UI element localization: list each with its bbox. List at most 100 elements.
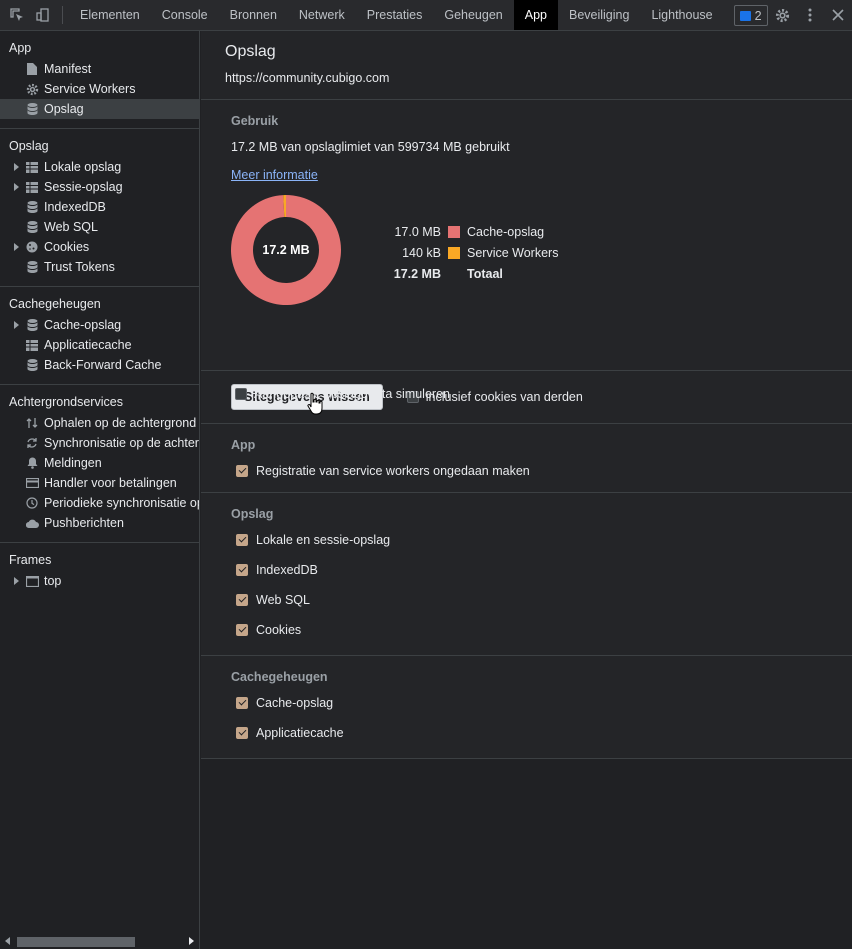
sidebar-section-cache: Cachegeheugen [9,297,101,311]
sidebar-item-storage[interactable]: Opslag [0,99,199,119]
sidebar-item-label: Pushberichten [44,516,124,530]
application-cache-checkbox[interactable] [236,727,248,739]
simulate-quota-label: Aangepaste opslagquota simuleren [254,387,450,401]
database-icon [25,260,39,274]
sidebar-item-background-sync[interactable]: Synchronisatie op de achtergr [0,433,199,453]
settings-gear-icon[interactable] [768,8,796,23]
expand-arrow-icon[interactable] [14,321,19,329]
cache-storage-row[interactable]: Cache-opslag [231,688,822,718]
indexeddb-checkbox[interactable] [236,564,248,576]
database-icon [25,102,39,116]
checkbox-label: Applicatiecache [256,726,344,740]
sidebar-item-local-storage[interactable]: Lokale opslag [0,157,199,177]
close-icon[interactable] [824,9,852,21]
expand-arrow-icon[interactable] [14,243,19,251]
sidebar-item-back-forward-cache[interactable]: Back-Forward Cache [0,355,199,375]
legend-total-label: Totaal [467,266,503,281]
local-session-storage-checkbox[interactable] [236,534,248,546]
sidebar-horizontal-scrollbar[interactable] [0,933,199,949]
scroll-left-arrow-icon[interactable] [5,937,10,945]
application-cache-row[interactable]: Applicatiecache [231,718,822,748]
sidebar-item-label: Ophalen op de achtergrond [44,416,197,430]
sidebar-item-notifications[interactable]: Meldingen [0,453,199,473]
tab-prestaties[interactable]: Prestaties [356,0,434,30]
simulate-quota-row[interactable]: Aangepaste opslagquota simuleren [235,387,450,401]
panel-tabs: Elementen Console Bronnen Netwerk Prestaties… [69,0,724,30]
storage-panel: Opslag https://community.cubigo.com Gebr… [201,31,852,949]
storage-header: Opslag https://community.cubigo.com [201,31,852,100]
tab-bronnen[interactable]: Bronnen [219,0,288,30]
sidebar-item-label: Cookies [44,240,90,254]
scrollbar-thumb[interactable] [17,937,135,947]
device-toolbar-icon[interactable] [30,0,56,30]
sidebar-item-label: Trust Tokens [44,260,115,274]
sidebar-item-label: Web SQL [44,220,98,234]
up-down-arrows-icon [25,416,39,430]
sidebar-item-label: Periodieke synchronisatie op d [44,496,200,510]
sidebar-item-indexeddb[interactable]: IndexedDB [0,197,199,217]
tab-console[interactable]: Console [151,0,219,30]
scroll-right-arrow-icon[interactable] [189,937,194,945]
expand-arrow-icon[interactable] [14,577,19,585]
sidebar-item-label: Handler voor betalingen [44,476,177,490]
simulate-quota-checkbox[interactable] [235,388,247,400]
tab-netwerk[interactable]: Netwerk [288,0,356,30]
tab-elementen[interactable]: Elementen [69,0,151,30]
cookies-checkbox[interactable] [236,624,248,636]
unregister-sw-checkbox[interactable] [236,465,248,477]
sidebar-item-label: Sessie-opslag [44,180,123,194]
database-icon [25,200,39,214]
legend-value: 140 kB [402,245,441,260]
inspect-element-icon[interactable] [4,0,30,30]
sidebar-item-application-cache[interactable]: Applicatiecache [0,335,199,355]
sidebar-item-web-sql[interactable]: Web SQL [0,217,199,237]
sidebar-item-push-messaging[interactable]: Pushberichten [0,513,199,533]
sidebar-item-payment-handler[interactable]: Handler voor betalingen [0,473,199,493]
sidebar-item-frame-top[interactable]: top [0,571,199,591]
sidebar-item-service-workers[interactable]: Service Workers [0,79,199,99]
more-info-link[interactable]: Meer informatie [231,168,318,182]
checkbox-label: IndexedDB [256,563,318,577]
web-sql-checkbox[interactable] [236,594,248,606]
more-options-icon[interactable] [796,8,824,22]
checkbox-label: Cookies [256,623,302,637]
app-options-section: App Registratie van service workers onge… [201,424,852,493]
legend-name: Service Workers [467,245,559,260]
sidebar-item-label: top [44,574,62,588]
indexeddb-row[interactable]: IndexedDB [231,555,822,585]
sidebar-item-periodic-sync[interactable]: Periodieke synchronisatie op d [0,493,199,513]
cloud-icon [25,516,39,530]
sidebar-item-label: Manifest [44,62,92,76]
tab-lighthouse[interactable]: Lighthouse [640,0,723,30]
credit-card-icon [25,476,39,490]
expand-arrow-icon[interactable] [14,163,19,171]
table-grid-icon [25,180,39,194]
unregister-sw-row[interactable]: Registratie van service workers ongedaan… [231,456,822,486]
sidebar-item-trust-tokens[interactable]: Trust Tokens [0,257,199,277]
tab-app[interactable]: App [513,0,558,30]
sidebar-item-manifest[interactable]: Manifest [0,59,199,79]
local-session-storage-row[interactable]: Lokale en sessie-opslag [231,525,822,555]
sidebar-item-label: Cache-opslag [44,318,122,332]
legend-swatch [448,225,460,238]
sidebar-section-frames: Frames [9,553,52,567]
sidebar-item-cookies[interactable]: Cookies [0,237,199,257]
sidebar-item-session-storage[interactable]: Sessie-opslag [0,177,199,197]
expand-arrow-icon[interactable] [14,183,19,191]
storage-group-title: Opslag [231,507,274,521]
cookies-row[interactable]: Cookies [231,615,822,645]
sidebar-item-cache-storage[interactable]: Cache-opslag [0,315,199,335]
database-icon [25,220,39,234]
toolbar-right [755,0,852,30]
tab-geheugen[interactable]: Geheugen [433,0,513,30]
tab-beveiliging[interactable]: Beveiliging [558,0,640,30]
gear-icon [25,82,39,96]
legend-value: 17.0 MB [394,224,441,239]
devtools-toolbar: Elementen Console Bronnen Netwerk Prestaties… [0,0,852,31]
cache-options-section: Cachegeheugen Cache-opslag Applicatiecac… [201,656,852,759]
sidebar-item-background-fetch[interactable]: Ophalen op de achtergrond [0,413,199,433]
cache-storage-checkbox[interactable] [236,697,248,709]
web-sql-row[interactable]: Web SQL [231,585,822,615]
issues-icon [739,10,751,21]
usage-section: Gebruik 17.2 MB van opslaglimiet van 599… [201,100,852,401]
